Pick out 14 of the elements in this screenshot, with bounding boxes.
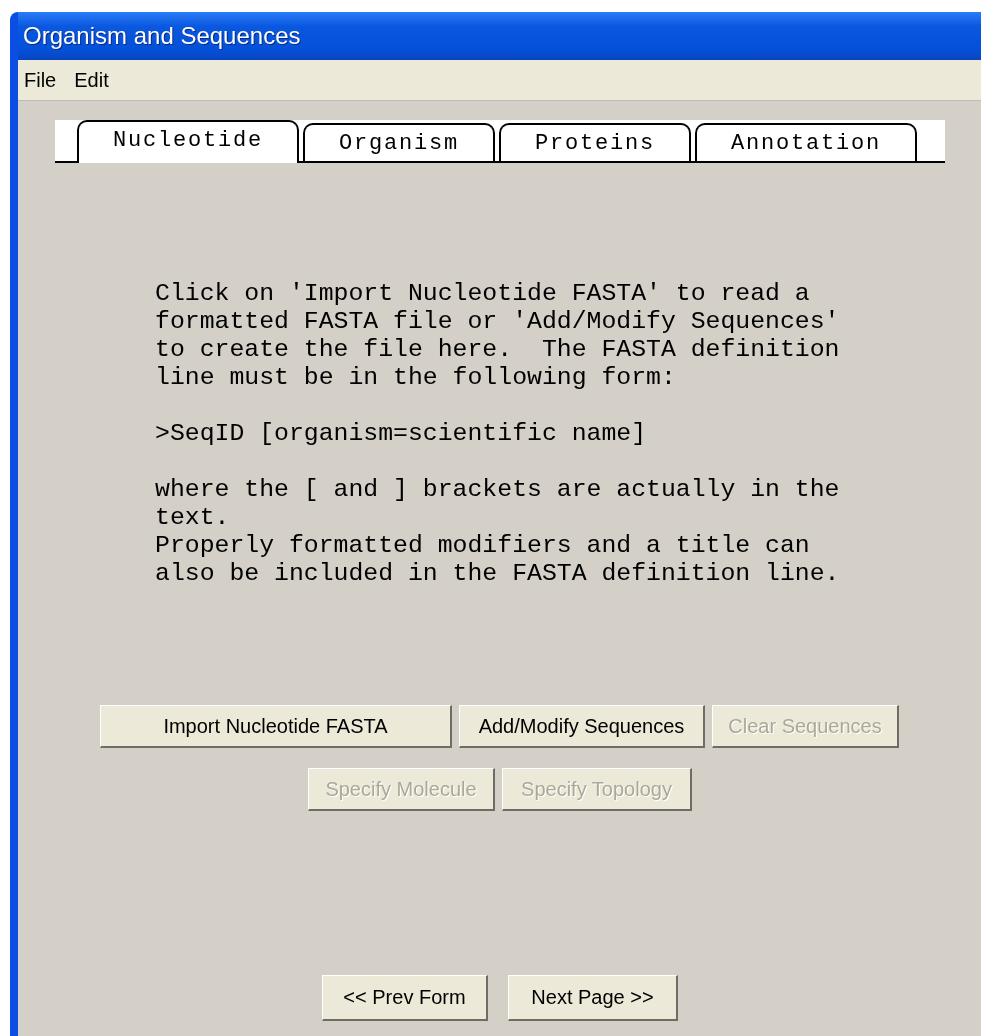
instruction-text: where the [ and ] brackets are actually in the text. Properly formatted modifiers and a title can also be included in the FASTA definition line. [155, 475, 841, 587]
tab[interactable]: Proteins [499, 123, 692, 161]
action-button[interactable]: Add/Modify Sequences [459, 705, 705, 748]
window-title: Organism and Sequences [23, 22, 301, 50]
action-button[interactable]: Import Nucleotide FASTA [100, 705, 452, 748]
instruction-text: Click on 'Import Nucleotide FASTA' to read a formatted FASTA file or 'Add/Modify Sequences' to create the file here. The FASTA definition line must be in the following form: [155, 279, 841, 391]
tab[interactable]: Organism [303, 123, 496, 161]
tab[interactable]: Annotation [695, 123, 918, 161]
tab[interactable]: Nucleotide [77, 120, 300, 163]
menu-item[interactable]: Edit [74, 68, 109, 92]
menu-item[interactable]: File [24, 68, 57, 92]
navigation-button[interactable]: Next Page >> [508, 975, 678, 1021]
instruction-text: >SeqID [organism=scientific name] [155, 419, 648, 447]
navigation-button[interactable]: << Prev Form [322, 975, 488, 1021]
